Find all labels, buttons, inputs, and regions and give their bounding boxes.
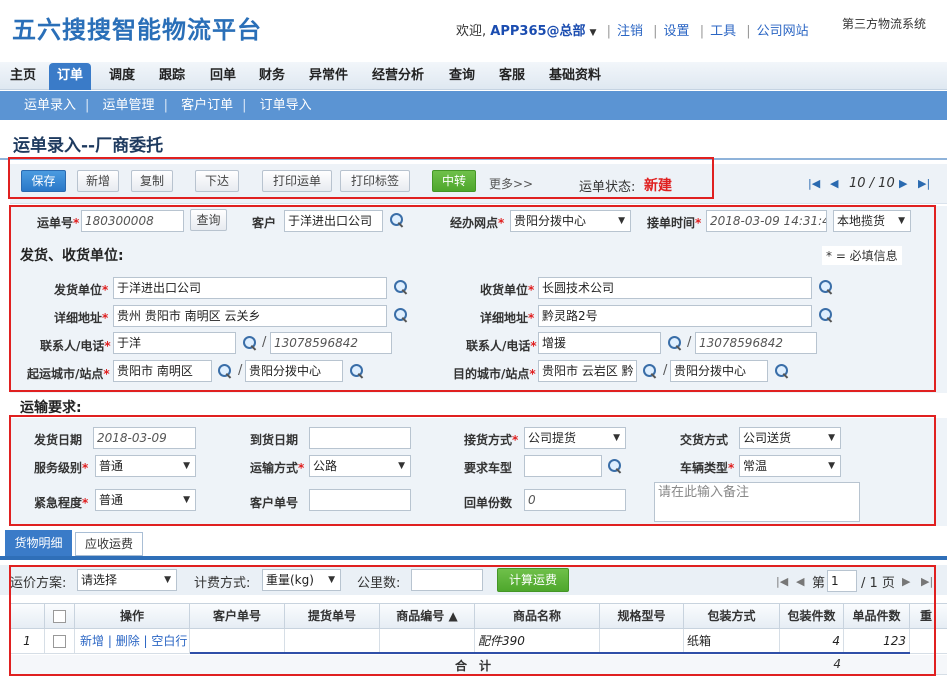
subnav-customer-order[interactable]: 客户订单	[181, 98, 233, 113]
nav-analysis[interactable]: 经营分析	[372, 62, 424, 90]
transport-section-title: 运输要求:	[20, 400, 82, 416]
app-logo: 五六搜搜智能物流平台	[12, 16, 262, 44]
highlight-grid	[9, 565, 936, 676]
sub-nav: 运单录入 | 运单管理 | 客户订单 | 订单导入	[0, 91, 947, 120]
nav-dispatch[interactable]: 调度	[109, 62, 135, 90]
welcome-text: 欢迎,	[456, 24, 487, 39]
logout-link[interactable]: 注销	[617, 24, 643, 39]
nav-track[interactable]: 跟踪	[159, 62, 185, 90]
nav-home[interactable]: 主页	[10, 62, 36, 90]
nav-basedata[interactable]: 基础资料	[549, 62, 601, 90]
page-title: 运单录入--厂商委托	[13, 136, 164, 156]
nav-finance[interactable]: 财务	[259, 62, 285, 90]
nav-order[interactable]: 订单	[49, 63, 91, 90]
subnav-waybill-entry[interactable]: 运单录入	[24, 98, 76, 113]
next-page-icon[interactable]: ▶	[899, 177, 907, 190]
website-link[interactable]: 公司网站	[757, 24, 809, 39]
record-pager: 10 / 10	[849, 176, 895, 191]
main-nav: 主页 订单 调度 跟踪 回单 财务 异常件 经营分析 查询 客服 基础资料	[0, 62, 947, 90]
tools-link[interactable]: 工具	[710, 24, 736, 39]
last-page-icon[interactable]: ▶|	[918, 177, 930, 190]
nav-query[interactable]: 查询	[449, 62, 475, 90]
settings-link[interactable]: 设置	[664, 24, 690, 39]
tab-goods[interactable]: 货物明细	[5, 530, 72, 556]
subnav-order-import[interactable]: 订单导入	[260, 98, 312, 113]
top-links: 欢迎, APP365@总部 ▼ | 注销 | 设置 | 工具 | 公司网站	[456, 24, 809, 39]
prev-page-icon[interactable]: ◀	[830, 177, 838, 190]
nav-receipt[interactable]: 回单	[210, 62, 236, 90]
org-selector[interactable]: APP365@总部	[490, 24, 585, 39]
system-name[interactable]: 第三方物流系统	[842, 15, 926, 32]
tab-underline	[0, 556, 947, 560]
chevron-down-icon[interactable]: ▼	[590, 28, 597, 38]
highlight-toolbar	[8, 157, 714, 199]
highlight-transport-form	[9, 415, 936, 526]
first-page-icon[interactable]: |◀	[808, 177, 820, 190]
highlight-order-form	[9, 205, 936, 392]
nav-service[interactable]: 客服	[499, 62, 525, 90]
subnav-waybill-manage[interactable]: 运单管理	[103, 98, 155, 113]
tab-fees[interactable]: 应收运费	[75, 532, 143, 556]
nav-exception[interactable]: 异常件	[309, 62, 348, 90]
